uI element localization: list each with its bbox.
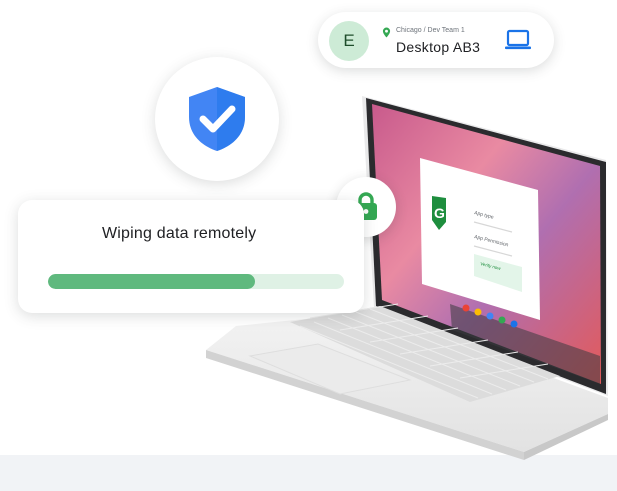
shield-check-icon	[189, 87, 245, 151]
shelf-app-icon	[474, 308, 482, 316]
wipe-progress-fill	[48, 274, 256, 289]
wipe-progress-bar	[48, 274, 344, 289]
shelf-app-icon	[510, 320, 518, 328]
wipe-status-title: Wiping data remotely	[102, 225, 257, 242]
laptop-icon	[505, 29, 531, 50]
screen-g-badge-letter: G	[434, 205, 445, 221]
shelf-app-icon	[498, 316, 506, 324]
device-card[interactable]: E Chicago / Dev Team 1 Desktop AB3	[318, 12, 554, 68]
avatar: E	[329, 21, 369, 61]
location-pin-icon	[382, 27, 391, 38]
shelf-app-icon	[486, 312, 494, 320]
device-name: Desktop AB3	[396, 39, 481, 55]
device-location: Chicago / Dev Team 1	[396, 27, 465, 34]
security-shield-badge	[155, 57, 279, 181]
wipe-status-card: Wiping data remotely	[18, 200, 364, 313]
shelf-app-icon	[462, 304, 470, 312]
